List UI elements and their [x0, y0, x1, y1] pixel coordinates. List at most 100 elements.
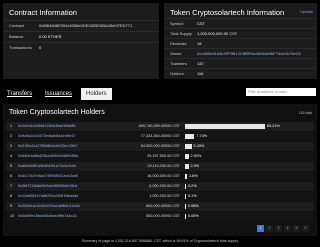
holders-panel: Token Cryptosolartech Holders 116 total …: [3, 104, 317, 236]
holder-rank: 4: [10, 154, 13, 158]
holder-share-bar: [185, 204, 287, 209]
holder-share-fill: [185, 144, 192, 149]
transactions-label: Transactions: [9, 45, 32, 50]
transactions-value: 0: [39, 45, 42, 50]
holder-quantity: 659,740,089.00000 CST: [138, 124, 180, 128]
page-summary: Summary of page is 1,002,316,657.5986881…: [81, 239, 239, 243]
holders-value: 116: [197, 71, 204, 76]
balance-value: 0.00 ETHER: [39, 34, 62, 39]
holder-quantity: 16,000,000.00 CST: [147, 174, 180, 178]
holder-percent: 2.92%: [190, 154, 202, 158]
holder-percent: 0.08%: [188, 204, 199, 208]
holder-rank: 1: [10, 124, 13, 128]
holder-share-bar: [185, 174, 287, 179]
holder-rank: 10: [10, 214, 15, 218]
page-5-button[interactable]: 5: [293, 225, 300, 232]
holder-percent: 0.05%: [188, 214, 199, 218]
holder-row: 1 0x1e0d1b30fd8113b6d0ae3f9af8b 659,740,08…: [6, 122, 314, 131]
holder-address-link[interactable]: 0x6d0e4a8ed23ba4f0b0e2d6f0df5d: [18, 152, 78, 161]
balance-label: Balance: [9, 34, 24, 39]
holder-address-link[interactable]: 0x1e0d1b30fd8113b6d0ae3f9af8b: [18, 122, 76, 131]
holder-row: 3 0x21f5a11a73f5d8b4d4e02ec12fe7 54,000,00…: [6, 142, 314, 151]
holder-share-fill: [185, 214, 186, 219]
tab-issuances-label: Issuances: [45, 91, 73, 97]
holder-quantity: 77,333,364.00000 CST: [140, 134, 180, 138]
contract-row: Contract 0x6Bf4846E054c6268e0DE2825D5BA4…: [3, 20, 159, 31]
holder-row: 8 0x11e6081e7a6b2f3ec96f1b5bad4e 1,000,000…: [6, 192, 314, 201]
holder-rank: 5: [10, 164, 13, 168]
contract-label: Contract: [9, 23, 25, 28]
holder-percent: 7.74%: [196, 134, 208, 138]
holders-row: Holders 116: [164, 68, 317, 79]
holder-quantity: 29,110,030.00 CST: [147, 164, 180, 168]
holder-address-link[interactable]: 0x0d0f9e18ba0d5c8ae4f9b7a3c13: [18, 212, 77, 221]
holder-row: 4 0x6d0e4a8ed23ba4f0b0e2d6f0df5d 29,197,50…: [6, 152, 314, 161]
contract-address[interactable]: 0x6Bf4846E054c6268e0DE2825D5BA45d0f7ED77…: [39, 21, 132, 31]
holder-quantity: 54,000,000.00000 CST: [140, 144, 180, 148]
holder-percent: 5.43%: [193, 144, 205, 148]
holder-share-bar: [185, 164, 287, 169]
holder-row: 2 0x9c9a2c01f470e46ab5a1ed9e17 77,333,364.…: [6, 132, 314, 141]
holder-percent: 0.1%: [188, 194, 197, 198]
holder-rank: 7: [10, 184, 13, 188]
holder-share-fill: [185, 204, 186, 209]
holder-address-link[interactable]: 0x11e6081e7a6b2f3ec96f1b5bad4e: [18, 192, 79, 201]
page-6-button[interactable]: 6: [302, 225, 309, 232]
holder-rank: 6: [10, 174, 13, 178]
holder-row: 9 0x20b5ea1d10b4093a1a6fb6c41a2e 800,000.0…: [6, 202, 314, 211]
holder-percent: 1.6%: [188, 174, 198, 178]
holders-count: 116 total: [298, 111, 312, 115]
holder-address-link[interactable]: 0xd60b58f1a9b4fd051a74c3c2c0e: [18, 162, 76, 171]
holder-share-bar: [185, 184, 287, 189]
holder-rank: 2: [10, 134, 13, 138]
holder-address-link[interactable]: 0x4c174d7e6ac749908921e4c2ce0: [18, 172, 78, 181]
token-info-panel: Token Cryptosolartech Information Update…: [164, 3, 317, 79]
holder-quantity: 29,197,505.00 CST: [147, 154, 180, 158]
holder-share-bar: [185, 214, 287, 219]
holder-address-link[interactable]: 0x9c9a2c01f470e46ab5a1ed9e17: [18, 132, 75, 141]
contract-info-title: Contract Information: [9, 8, 77, 17]
holders-label: Holders: [170, 71, 184, 76]
holder-share-bar: [185, 194, 287, 199]
holder-row: 5 0xd60b58f1a9b4fd051a74c3c2c0e 29,110,030…: [6, 162, 314, 171]
transactions-row: Transactions 0: [3, 42, 159, 53]
holder-share-fill: [185, 154, 189, 159]
holder-share-fill: [185, 194, 186, 199]
holder-quantity: 1,000,000.00 CST: [149, 194, 180, 198]
holder-rank: 9: [10, 204, 13, 208]
holder-row: 10 0x0d0f9e18ba0d5c8ae4f9b7a3c13 500,000.0…: [6, 212, 314, 221]
holder-address-link[interactable]: 0x21f5a11a73f5d8b4d4e02ec12fe7: [18, 142, 77, 151]
tab-transfers-label: Transfers: [7, 91, 33, 97]
holder-address-link[interactable]: 0x2fd7218a6d3e9a4d9600b6e3f1d: [18, 182, 77, 191]
holder-row: 6 0x4c174d7e6ac749908921e4c2ce0 16,000,000…: [6, 172, 314, 181]
tab-holders[interactable]: Holders: [81, 88, 112, 100]
filter-input[interactable]: Filter by address or hash: [246, 88, 316, 96]
holder-share-fill: [185, 164, 189, 169]
contract-info-panel: Contract Information Contract 0x6Bf4846E…: [3, 3, 159, 79]
holder-share-fill: [185, 134, 195, 139]
holder-rank: 8: [10, 194, 13, 198]
holder-address-link[interactable]: 0x20b5ea1d10b4093a1a6fb6c41a2e: [18, 202, 80, 211]
holder-quantity: 800,000.00000 CST: [146, 204, 180, 208]
holder-row: 7 0x2fd7218a6d3e9a4d9600b6e3f1d 2,000,000.…: [6, 182, 314, 191]
holder-percent: 0.2%: [188, 184, 197, 188]
holder-quantity: 2,000,000.00 CST: [149, 184, 180, 188]
pagination: 123456: [257, 225, 313, 232]
balance-row: Balance 0.00 ETHER: [3, 31, 159, 42]
tab-transfers[interactable]: Transfers: [7, 88, 32, 100]
holder-share-fill: [185, 174, 187, 179]
holder-quantity: 500,000.00000 CST: [146, 214, 180, 218]
page-1-button[interactable]: 1: [257, 225, 264, 232]
holder-rank: 3: [10, 144, 13, 148]
page-3-button[interactable]: 3: [275, 225, 282, 232]
holder-share-fill: [185, 124, 265, 129]
holder-percent: 2.9%: [190, 164, 200, 168]
holder-percent: 65.21%: [266, 124, 280, 128]
tab-issuances[interactable]: Issuances: [45, 88, 72, 100]
holders-title: Token Cryptosolartech Holders: [9, 109, 105, 116]
token-info-title: Token Cryptosolartech Information: [170, 8, 285, 17]
holder-share-fill: [185, 184, 186, 189]
update-link[interactable]: Update: [300, 9, 313, 14]
page-2-button[interactable]: 2: [266, 225, 273, 232]
page-4-button[interactable]: 4: [284, 225, 291, 232]
